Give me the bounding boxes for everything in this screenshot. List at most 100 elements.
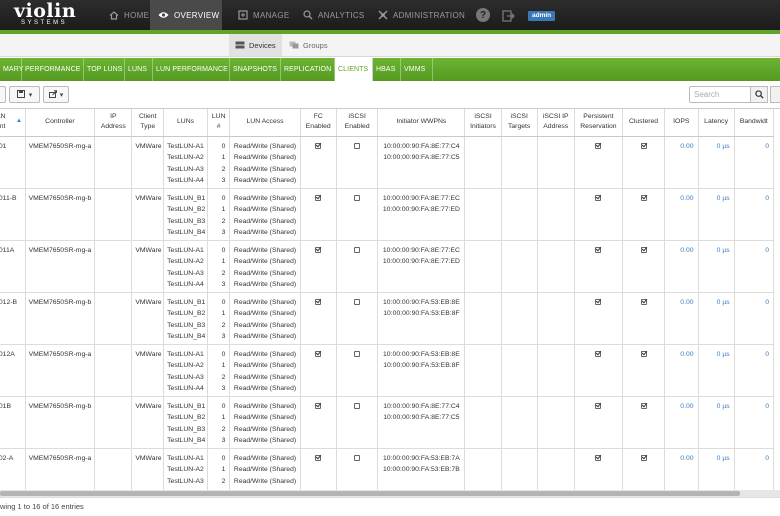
search-input[interactable]: Search	[689, 86, 751, 103]
tab-lun-performance[interactable]: LUN PERFORMANCE	[153, 58, 230, 81]
iscsi-enabled-checkbox[interactable]	[354, 402, 361, 409]
iscsi-enabled-checkbox[interactable]	[354, 142, 361, 149]
column-header-latency[interactable]: Latency	[698, 109, 735, 137]
table-row[interactable]: I012-BVMEM7650SR-mg-b VMWareTestLUN_B1Tes…	[0, 292, 775, 345]
scrollbar-thumb[interactable]	[0, 491, 740, 496]
fc-enabled-checkbox[interactable]	[315, 454, 322, 461]
nav-home[interactable]: HOME	[100, 0, 157, 30]
iscsi-enabled	[336, 136, 379, 189]
table-row[interactable]: I01VMEM7650SR-mg-a VMWareTestLUN-A1TestLU…	[0, 136, 775, 189]
persistent-reservation-checkbox[interactable]	[595, 194, 602, 201]
column-header-iscsi-enabled[interactable]: iSCSI Enabled	[336, 109, 379, 137]
clustered-checkbox[interactable]	[640, 142, 647, 149]
persistent-reservation-checkbox[interactable]	[595, 350, 602, 357]
table-row[interactable]: I012AVMEM7650SR-mg-a VMWareTestLUN-A1Test…	[0, 344, 775, 397]
nav-administration[interactable]: ADMINISTRATION	[369, 0, 473, 30]
iscsi-enabled-checkbox[interactable]	[354, 454, 361, 461]
fc-enabled-checkbox[interactable]	[315, 298, 322, 305]
table-row[interactable]: I02-AVMEM7650SR-mg-a VMWareTestLUN-A1Test…	[0, 448, 775, 490]
column-header-luns[interactable]: LUNs	[163, 109, 208, 137]
persistent-reservation-checkbox[interactable]	[595, 298, 602, 305]
clustered-checkbox[interactable]	[640, 298, 647, 305]
tab-top-luns[interactable]: TOP LUNS	[84, 58, 125, 81]
sort-asc-icon: ▲	[16, 118, 22, 125]
user-badge[interactable]: admin	[528, 11, 556, 21]
tab-performance[interactable]: PERFORMANCE	[22, 58, 84, 81]
clustered-checkbox[interactable]	[640, 194, 647, 201]
search-button[interactable]	[750, 86, 768, 103]
save-button[interactable]: ▾	[9, 86, 40, 103]
clustered-checkbox[interactable]	[640, 350, 647, 357]
column-header-iscsi-targets[interactable]: iSCSI Targets	[501, 109, 538, 137]
clustered-checkbox[interactable]	[640, 454, 647, 461]
persistent-reservation-checkbox[interactable]	[595, 454, 602, 461]
subtab-devices[interactable]: Devices	[229, 34, 282, 56]
tab-replication[interactable]: REPLICATION	[281, 58, 335, 81]
iscsi-enabled-checkbox[interactable]	[354, 246, 361, 253]
client-type: VMWare	[131, 396, 165, 449]
tab-vmms[interactable]: VMMS	[401, 58, 433, 81]
column-header-client-name[interactable]: ANent▲	[0, 109, 26, 137]
column-header-lun-number[interactable]: LUN #	[207, 109, 231, 137]
toolbar-button[interactable]	[0, 86, 6, 103]
nav-analytics[interactable]: ANALYTICS	[294, 0, 373, 30]
column-header-lun-access[interactable]: LUN Access	[229, 109, 301, 137]
iscsi-targets	[501, 292, 538, 345]
subtab-groups[interactable]: Groups	[283, 34, 334, 56]
lun-number: 0123	[207, 396, 231, 449]
lun-access: Read/Write (Shared) Read/Write (Shared) Re…	[229, 240, 301, 293]
column-header-controller[interactable]: Controller	[25, 109, 96, 137]
fc-enabled-checkbox[interactable]	[315, 194, 322, 201]
table-row[interactable]: I01BVMEM7650SR-mg-b VMWareTestLUN_B1TestL…	[0, 396, 775, 449]
clustered-checkbox[interactable]	[640, 402, 647, 409]
persistent-reservation-checkbox[interactable]	[595, 142, 602, 149]
export-button[interactable]: ▾	[43, 86, 69, 103]
columns-button[interactable]	[770, 86, 780, 103]
iscsi-enabled-checkbox[interactable]	[354, 194, 361, 201]
fc-enabled-checkbox[interactable]	[315, 402, 322, 409]
clustered-checkbox[interactable]	[640, 246, 647, 253]
table-row[interactable]: I011AVMEM7650SR-mg-a VMWareTestLUN-A1Test…	[0, 240, 775, 293]
column-header-iscsi-ip-address[interactable]: iSCSI IP Address	[537, 109, 575, 137]
persistent-reservation	[574, 136, 623, 189]
tab-hbas[interactable]: HBAS	[373, 58, 401, 81]
column-header-persistent-reservation[interactable]: Persistent Reservation	[574, 109, 623, 137]
iscsi-ip-address	[537, 188, 575, 241]
column-header-fc-enabled[interactable]: FC Enabled	[300, 109, 337, 137]
persistent-reservation-checkbox[interactable]	[595, 246, 602, 253]
fc-enabled	[300, 188, 337, 241]
nav-overview[interactable]: OVERVIEW	[150, 0, 222, 30]
column-header-bandwidth[interactable]: Bandwidt	[734, 109, 775, 137]
tab-clients[interactable]: CLIENTS	[335, 58, 373, 81]
fc-enabled-checkbox[interactable]	[315, 246, 322, 253]
column-header-client-type[interactable]: Client Type	[131, 109, 165, 137]
table-row[interactable]: I011-BVMEM7650SR-mg-b VMWareTestLUN_B1Tes…	[0, 188, 775, 241]
help-icon[interactable]: ?	[476, 8, 490, 22]
export-icon	[48, 89, 57, 100]
fc-enabled-checkbox[interactable]	[315, 142, 322, 149]
tab-summary[interactable]: MARY	[0, 58, 23, 81]
chevron-down-icon: ▾	[28, 91, 33, 99]
fc-enabled-checkbox[interactable]	[315, 350, 322, 357]
logout-icon[interactable]	[502, 9, 515, 27]
bandwidth: 0	[734, 292, 775, 345]
column-header-clustered[interactable]: Clustered	[622, 109, 666, 137]
horizontal-scrollbar[interactable]	[0, 490, 780, 497]
fc-enabled	[300, 240, 337, 293]
initiator-wwpns: 10:00:00:90:FA:8E:77:C4 10:00:00:90:FA:8E…	[377, 396, 466, 449]
tab-luns[interactable]: LUNS	[125, 58, 153, 81]
column-header-initiator-wwpns[interactable]: Initiator WWPNs	[377, 109, 466, 137]
column-header-iops[interactable]: IOPS	[664, 109, 699, 137]
column-header-iscsi-initiators[interactable]: iSCSI Initiators	[464, 109, 502, 137]
nav-manage[interactable]: MANAGE	[229, 0, 297, 30]
iscsi-targets	[501, 448, 538, 490]
iscsi-ip-address	[537, 396, 575, 449]
iscsi-enabled-checkbox[interactable]	[354, 298, 361, 305]
column-header-ip-address[interactable]: IP Address	[94, 109, 133, 137]
persistent-reservation-checkbox[interactable]	[595, 402, 602, 409]
iscsi-initiators	[464, 396, 502, 449]
clustered	[622, 136, 666, 189]
iscsi-enabled-checkbox[interactable]	[354, 350, 361, 357]
tab-snapshots[interactable]: SNAPSHOTS	[230, 58, 281, 81]
controller: VMEM7650SR-mg-a	[25, 136, 96, 189]
